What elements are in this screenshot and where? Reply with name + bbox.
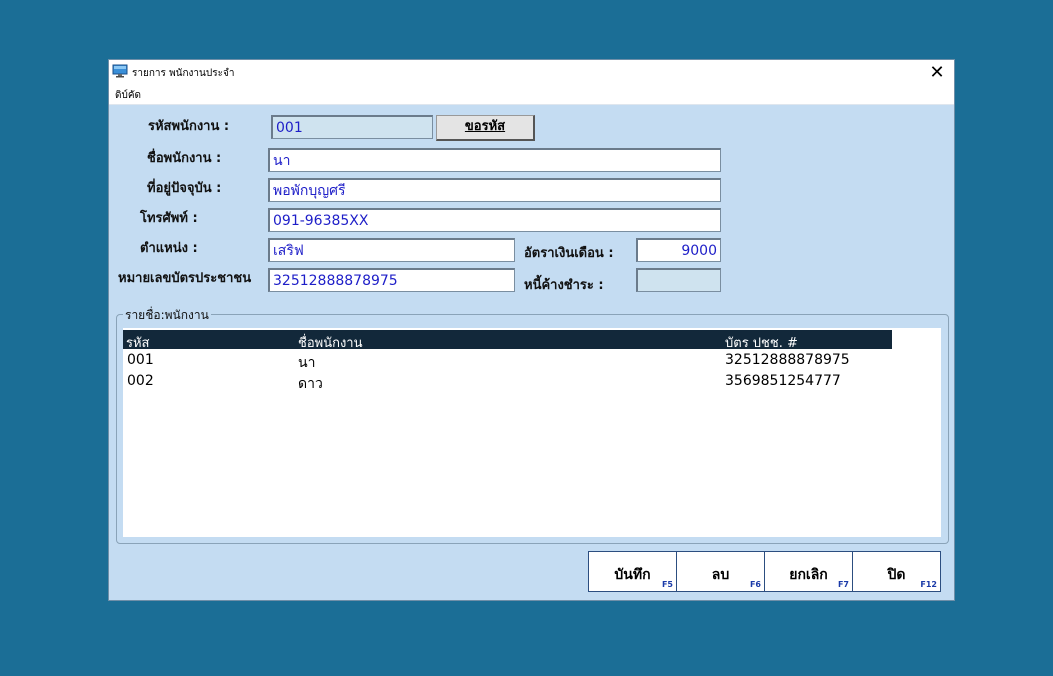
window-title: รายการ พนักงานประจำ <box>132 68 235 79</box>
close-icon[interactable]: ✕ <box>926 62 948 84</box>
phone-label: โทรศัพท์ : <box>140 211 198 226</box>
get-code-button[interactable]: ขอรหัส <box>436 115 535 141</box>
cancel-shortcut: F7 <box>837 580 849 589</box>
address-field[interactable]: พอพักบุญศรี <box>268 178 721 202</box>
position-field[interactable]: เสริฟ <box>268 238 515 262</box>
debt-label: หนี้ค้างชำระ : <box>524 278 604 293</box>
menu-bar: ดิบ์คัด <box>109 86 954 105</box>
cell-name: ดาว <box>298 376 323 392</box>
title-bar: รายการ พนักงานประจำ ✕ <box>109 60 954 86</box>
save-shortcut: F5 <box>661 580 673 589</box>
employee-list-title: รายชื่อ:พนักงาน <box>123 306 211 325</box>
idcard-field[interactable]: 32512888878975 <box>268 268 515 292</box>
cell-idcard: 3569851254777 <box>725 373 841 389</box>
debt-field[interactable] <box>636 268 721 292</box>
employee-code-label: รหัสพนักงาน : <box>148 119 230 134</box>
phone-field[interactable]: 091-96385XX <box>268 208 721 232</box>
table-row[interactable]: 001 นา 32512888878975 <box>123 350 892 371</box>
salary-field[interactable]: 9000 <box>636 238 721 262</box>
list-header: รหัส ชื่อพนักงาน บัตร ปชช. # <box>123 330 892 351</box>
cell-code: 001 <box>127 352 154 368</box>
cancel-button[interactable]: ยกเลิก F7 <box>764 551 853 592</box>
address-label: ที่อยู่ปัจจุบัน : <box>147 181 222 196</box>
table-row[interactable]: 002 ดาว 3569851254777 <box>123 371 892 392</box>
close-button[interactable]: ปิด F12 <box>852 551 941 592</box>
save-button[interactable]: บันทึก F5 <box>588 551 677 592</box>
menu-item-copy[interactable]: ดิบ์คัด <box>115 88 141 103</box>
delete-shortcut: F6 <box>749 580 761 589</box>
cell-idcard: 32512888878975 <box>725 352 850 368</box>
employee-name-field[interactable]: นา <box>268 148 721 172</box>
idcard-label: หมายเลขบัตรประชาชน <box>118 271 252 286</box>
employee-code-field[interactable]: 001 <box>271 115 433 139</box>
close-shortcut: F12 <box>920 580 937 589</box>
delete-button[interactable]: ลบ F6 <box>676 551 765 592</box>
salary-label: อัตราเงินเดือน : <box>524 246 614 261</box>
position-label: ตำแหน่ง : <box>140 241 198 256</box>
cell-code: 002 <box>127 373 154 389</box>
employee-name-label: ชื่อพนักงาน : <box>147 151 222 166</box>
employee-list[interactable]: รหัส ชื่อพนักงาน บัตร ปชช. # 001 นา 3251… <box>123 328 941 537</box>
monitor-icon <box>112 64 128 78</box>
